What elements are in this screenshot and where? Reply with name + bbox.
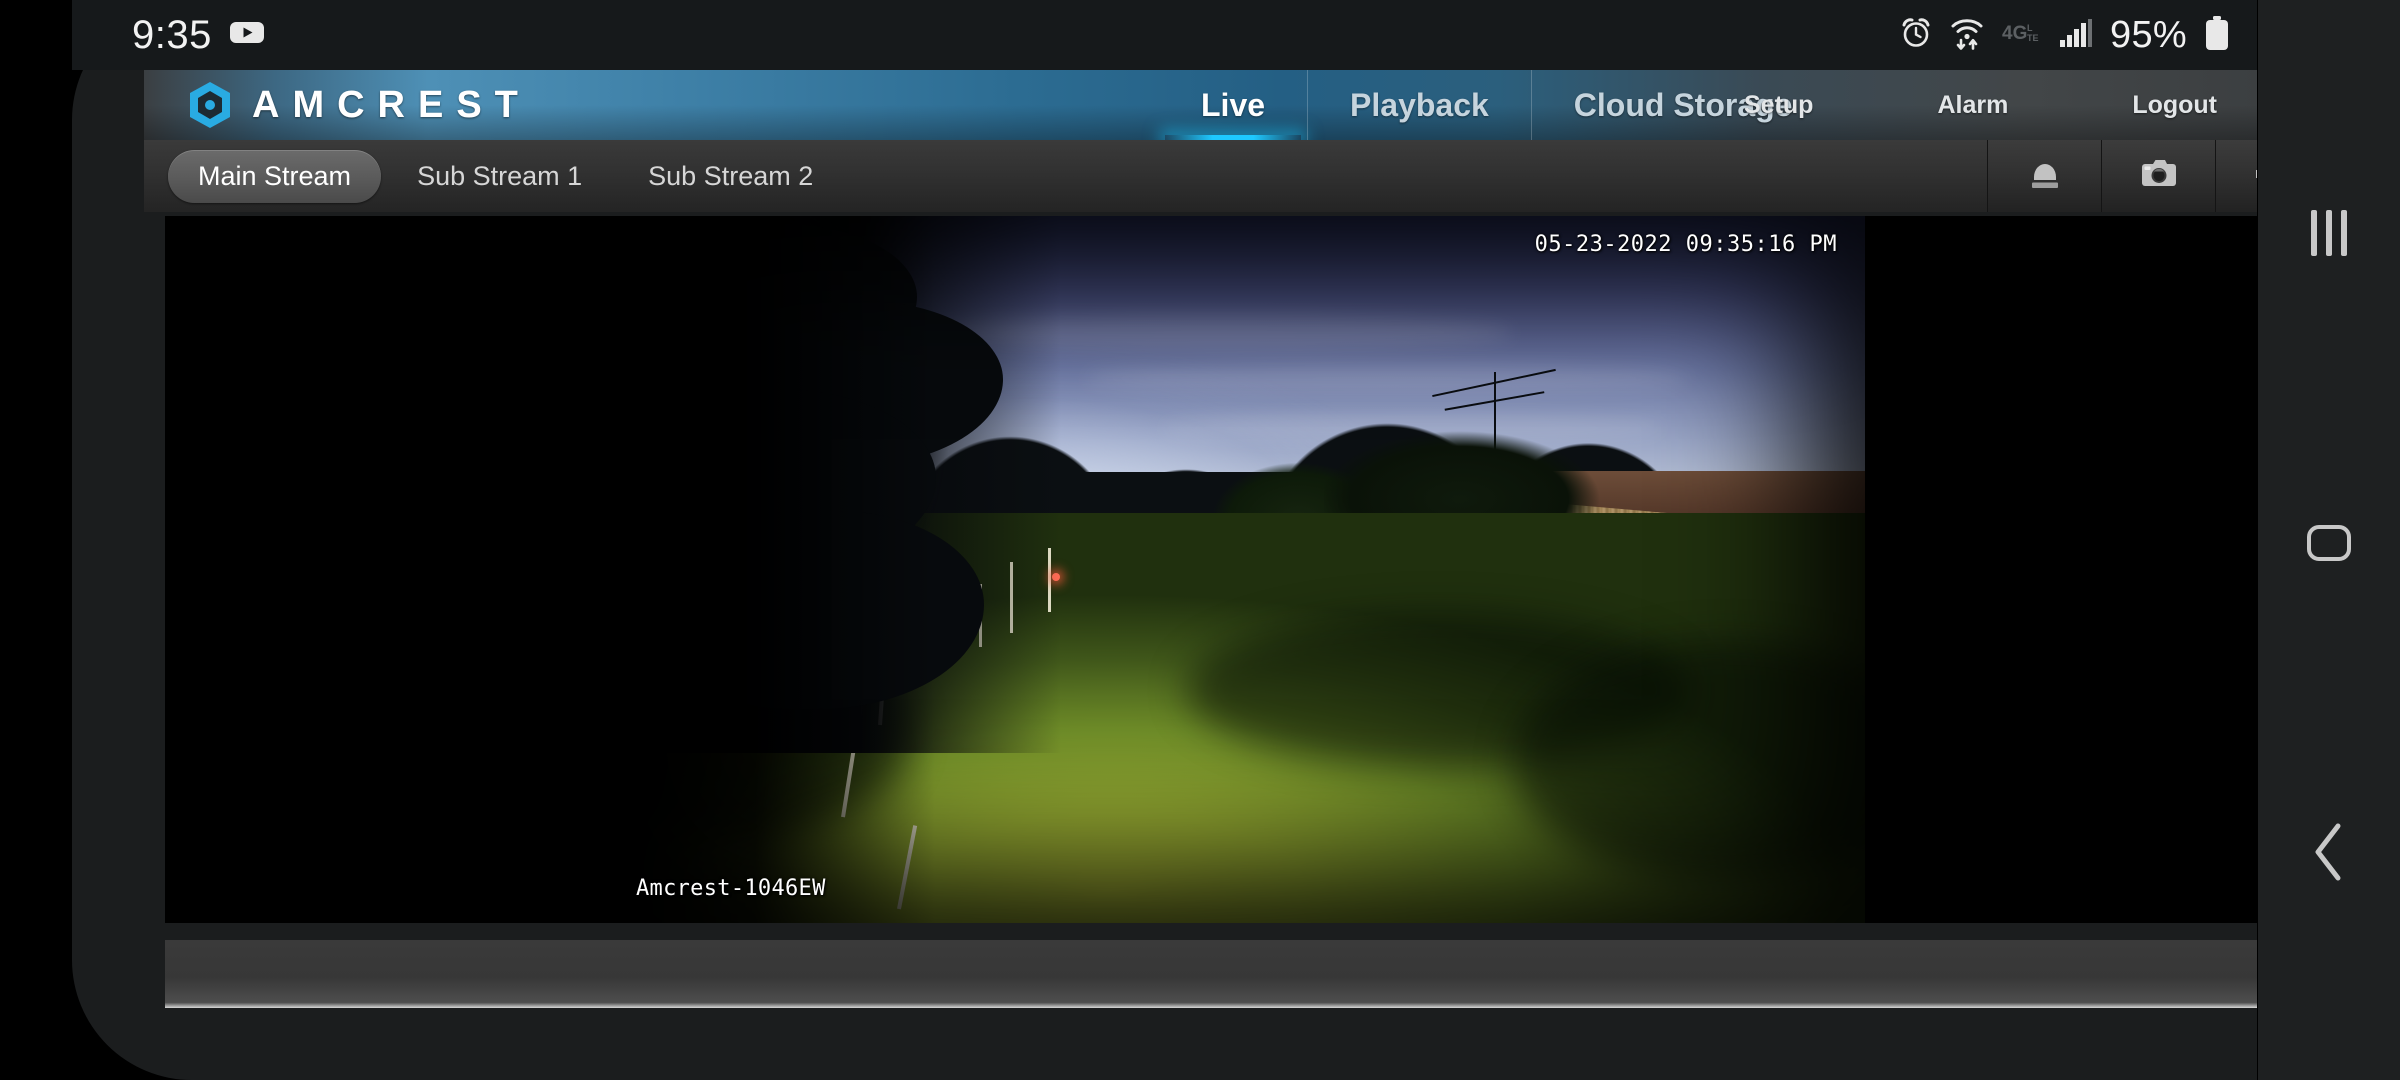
record-button[interactable] xyxy=(1987,140,2101,212)
video-viewport[interactable]: 05-23-2022 09:35:16 PM Amcrest-1046EW xyxy=(165,216,2257,923)
android-status-bar: 9:35 4G L TE 95% xyxy=(72,0,2257,70)
4glte-icon: 4G L TE xyxy=(2002,19,2042,52)
nav-live[interactable]: Live xyxy=(1159,70,1307,140)
audio-mute-button[interactable] xyxy=(2215,140,2257,212)
nav-logout[interactable]: Logout xyxy=(2070,91,2257,120)
battery-icon xyxy=(2205,15,2229,55)
stream-action-group xyxy=(1987,140,2257,212)
phone-screen: 05-23-2022 09:35:16 PM Amcrest-1046EW Ma… xyxy=(0,0,2400,1080)
alarm-icon xyxy=(1900,17,1932,54)
brand-name: AMCREST xyxy=(252,83,531,126)
battery-percent-label: 95% xyxy=(2110,13,2187,56)
nav-alarm[interactable]: Alarm xyxy=(1875,91,2070,120)
status-bar-left: 9:35 xyxy=(132,13,264,58)
svg-text:L: L xyxy=(2027,23,2033,33)
stream-toolbar: Main Stream Sub Stream 1 Sub Stream 2 xyxy=(144,140,2257,212)
status-clock: 9:35 xyxy=(132,12,212,57)
live-video-frame[interactable]: 05-23-2022 09:35:16 PM Amcrest-1046EW xyxy=(608,216,1865,923)
svg-text:TE: TE xyxy=(2027,33,2039,43)
amcrest-shield-icon xyxy=(188,81,232,129)
scene-left-darkness xyxy=(608,216,935,923)
back-icon[interactable] xyxy=(2306,820,2352,889)
camera-icon xyxy=(2141,159,2177,194)
record-dome-icon xyxy=(2028,158,2062,195)
video-camera-name-overlay: Amcrest-1046EW xyxy=(636,876,826,901)
stream-tab-main[interactable]: Main Stream xyxy=(168,149,382,203)
speaker-muted-icon xyxy=(2253,159,2257,194)
app-header: AMCREST Live Playback Cloud Storage Setu… xyxy=(144,70,2257,140)
video-timestamp-overlay: 05-23-2022 09:35:16 PM xyxy=(1534,232,1837,257)
wifi-icon xyxy=(1950,16,1984,55)
secondary-nav: Setup Alarm Logout xyxy=(1682,70,2257,140)
recent-apps-icon[interactable] xyxy=(2311,210,2347,256)
stream-tab-sub1[interactable]: Sub Stream 1 xyxy=(387,150,612,203)
stream-tab-group: Main Stream Sub Stream 1 Sub Stream 2 xyxy=(144,149,843,203)
stream-tab-sub2[interactable]: Sub Stream 2 xyxy=(618,150,843,203)
video-bottom-toolbar[interactable] xyxy=(165,940,2257,1008)
youtube-icon xyxy=(229,20,264,50)
android-nav-bar xyxy=(2258,0,2400,1080)
brand-logo[interactable]: AMCREST xyxy=(144,70,531,140)
app-surface: 05-23-2022 09:35:16 PM Amcrest-1046EW Ma… xyxy=(72,0,2257,1080)
nav-playback[interactable]: Playback xyxy=(1307,70,1531,140)
home-icon[interactable] xyxy=(2307,525,2351,561)
signal-icon xyxy=(2060,18,2093,52)
nav-setup[interactable]: Setup xyxy=(1682,91,1875,120)
status-bar-right: 4G L TE 95% xyxy=(1900,14,2229,57)
snapshot-button[interactable] xyxy=(2101,140,2215,212)
svg-text:4G: 4G xyxy=(2002,23,2027,44)
